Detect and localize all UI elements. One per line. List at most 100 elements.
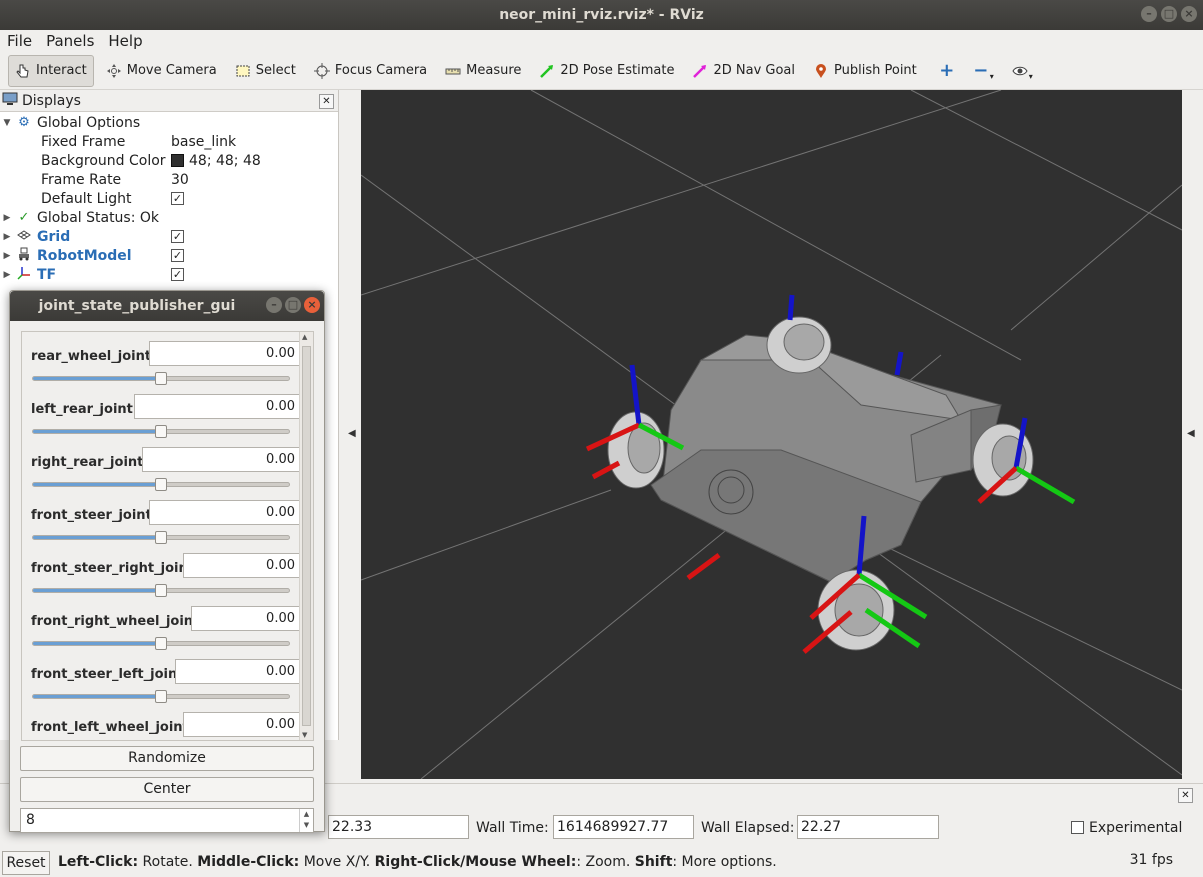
minimize-button[interactable]: – <box>266 297 282 313</box>
joint-value-field[interactable]: 0.00 <box>149 500 300 525</box>
wall-elapsed-field[interactable]: 22.27 <box>797 815 939 839</box>
joint-value-field[interactable]: 0.00 <box>191 606 300 631</box>
add-tool-button[interactable]: + <box>933 55 961 87</box>
joint-slider[interactable] <box>32 531 290 544</box>
grid-row[interactable]: ▶ Grid ✓ <box>0 227 338 246</box>
render-viewport[interactable] <box>361 90 1182 779</box>
expand-right-icon[interactable]: ▶ <box>0 270 14 280</box>
slider-handle[interactable] <box>155 637 167 650</box>
left-splitter[interactable]: ◀ <box>340 90 361 779</box>
joint-list[interactable]: rear_wheel_joint 0.00 left_rear_joint 0.… <box>21 331 314 741</box>
slider-handle[interactable] <box>155 372 167 385</box>
expand-down-icon[interactable]: ▼ <box>0 118 14 128</box>
fixed-frame-value[interactable]: base_link <box>171 134 236 150</box>
joint-slider[interactable] <box>32 637 290 650</box>
center-button[interactable]: Center <box>20 777 314 802</box>
joint-slider[interactable] <box>32 584 290 597</box>
expand-right-icon[interactable]: ▶ <box>0 232 14 242</box>
reset-button[interactable]: Reset <box>2 851 50 875</box>
background-color-value[interactable]: 48; 48; 48 <box>189 153 261 169</box>
close-button[interactable]: × <box>304 297 320 313</box>
frame-rate-label: Frame Rate <box>41 171 122 188</box>
interact-tool-button[interactable]: Interact <box>8 54 94 87</box>
eye-icon <box>1012 63 1028 79</box>
collapse-left-icon[interactable]: ◀ <box>348 428 356 439</box>
pose-estimate-tool-button[interactable]: 2D Pose Estimate <box>533 55 680 87</box>
fixed-frame-row[interactable]: Fixed Frame base_link <box>0 132 338 151</box>
grid-label: Grid <box>37 228 71 245</box>
ros-elapsed-field[interactable]: 22.33 <box>328 815 469 839</box>
focus-camera-tool-button[interactable]: Focus Camera <box>308 55 433 87</box>
spinbox-arrows[interactable]: ▲ ▼ <box>299 809 313 832</box>
remove-tool-button[interactable]: − ▾ <box>967 55 1000 87</box>
minimize-button[interactable]: – <box>1141 6 1157 22</box>
collapse-right-icon[interactable]: ◀ <box>1187 428 1195 439</box>
background-color-row[interactable]: Background Color 48; 48; 48 <box>0 151 338 170</box>
default-light-label: Default Light <box>41 190 132 207</box>
monitor-icon <box>2 92 18 110</box>
close-icon[interactable]: ✕ <box>1178 788 1193 803</box>
joint-slider[interactable] <box>32 425 290 438</box>
robot-model-row[interactable]: ▶ RobotModel ✓ <box>0 246 338 265</box>
slider-handle[interactable] <box>155 478 167 491</box>
joint-value-field[interactable]: 0.00 <box>183 712 300 737</box>
view-tool-button[interactable]: ▾ <box>1006 55 1039 87</box>
tf-checkbox[interactable]: ✓ <box>171 268 184 281</box>
joint-name: rear_wheel_joint <box>31 349 152 364</box>
scrollbar-thumb[interactable] <box>302 346 311 726</box>
interact-label: Interact <box>36 63 87 78</box>
select-tool-button[interactable]: Select <box>229 55 302 87</box>
move-camera-tool-button[interactable]: Move Camera <box>100 55 223 87</box>
frame-rate-value[interactable]: 30 <box>171 172 189 188</box>
slider-handle[interactable] <box>155 531 167 544</box>
hint-left-click-desc: Rotate. <box>138 854 198 870</box>
measure-tool-button[interactable]: Measure <box>439 55 527 87</box>
joint-list-scrollbar[interactable]: ▲ ▼ <box>299 332 313 740</box>
slider-count-spinbox[interactable]: 8 ▲ ▼ <box>20 808 314 833</box>
color-swatch[interactable] <box>171 154 184 167</box>
toolbar: Interact Move Camera Select Focus Camera… <box>0 52 1203 90</box>
maximize-button[interactable]: □ <box>285 297 301 313</box>
experimental-checkbox[interactable] <box>1071 821 1084 834</box>
joint-value-field[interactable]: 0.00 <box>175 659 300 684</box>
joint-value-field[interactable]: 0.00 <box>149 341 300 366</box>
joint-value-field[interactable]: 0.00 <box>134 394 300 419</box>
close-icon[interactable]: ✕ <box>319 94 334 109</box>
slider-handle[interactable] <box>155 584 167 597</box>
menu-panels[interactable]: Panels <box>46 32 94 50</box>
joint-value-field[interactable]: 0.00 <box>183 553 300 578</box>
jsp-titlebar[interactable]: joint_state_publisher_gui – □ × <box>10 291 324 321</box>
tf-row[interactable]: ▶ TF ✓ <box>0 265 338 284</box>
expand-right-icon[interactable]: ▶ <box>0 251 14 261</box>
window-titlebar: neor_mini_rviz.rviz* - RViz – □ × <box>0 0 1203 30</box>
publish-point-tool-button[interactable]: Publish Point <box>807 55 923 87</box>
menu-file[interactable]: File <box>7 32 32 50</box>
global-options-row[interactable]: ▼ ⚙ Global Options <box>0 113 338 132</box>
slider-handle[interactable] <box>155 425 167 438</box>
randomize-button[interactable]: Randomize <box>20 746 314 771</box>
joint-slider[interactable] <box>32 478 290 491</box>
joint-slider[interactable] <box>32 372 290 385</box>
minus-icon: − <box>973 59 989 81</box>
joint-value-field[interactable]: 0.00 <box>142 447 300 472</box>
default-light-row[interactable]: Default Light ✓ <box>0 189 338 208</box>
right-splitter[interactable]: ◀ <box>1182 90 1203 779</box>
wall-time-field[interactable]: 1614689927.77 <box>553 815 694 839</box>
expand-right-icon[interactable]: ▶ <box>0 213 14 223</box>
joint-slider[interactable] <box>32 690 290 703</box>
menu-help[interactable]: Help <box>108 32 142 50</box>
grid-checkbox[interactable]: ✓ <box>171 230 184 243</box>
close-button[interactable]: × <box>1181 6 1197 22</box>
global-options-label: Global Options <box>37 114 141 131</box>
maximize-button[interactable]: □ <box>1161 6 1177 22</box>
nav-goal-tool-button[interactable]: 2D Nav Goal <box>686 55 801 87</box>
jsp-title: joint_state_publisher_gui <box>38 298 236 314</box>
robot-model-checkbox[interactable]: ✓ <box>171 249 184 262</box>
ruler-icon <box>445 63 461 79</box>
frame-rate-row[interactable]: Frame Rate 30 <box>0 170 338 189</box>
global-status-row[interactable]: ▶ ✓ Global Status: Ok <box>0 208 338 227</box>
slider-handle[interactable] <box>155 690 167 703</box>
default-light-checkbox[interactable]: ✓ <box>171 192 184 205</box>
joint-state-publisher-window: joint_state_publisher_gui – □ × rear_whe… <box>9 290 325 833</box>
nav-goal-label: 2D Nav Goal <box>713 63 796 78</box>
